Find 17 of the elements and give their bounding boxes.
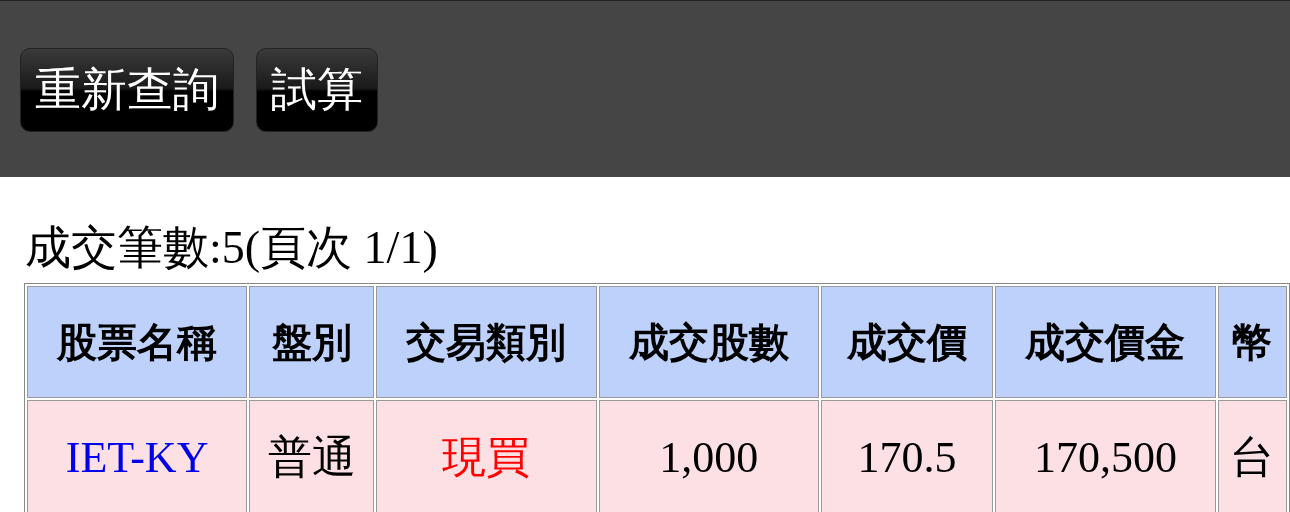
summary-text: 成交筆數:5(頁次 1/1) [24,221,439,275]
table-cell: 現買 [376,400,597,512]
table-cell: 普通 [249,400,375,512]
column-header: 股票名稱 [27,286,248,398]
toolbar-button[interactable]: 重新查詢 [20,48,234,132]
column-header: 幣 [1217,286,1287,398]
column-header: 交易類別 [376,286,597,398]
stock-link[interactable]: IET-KY [27,400,248,512]
column-header: 盤別 [249,286,375,398]
column-header: 成交股數 [598,286,819,398]
table-cell: 170,500 [995,400,1216,512]
table-cell: 1,000 [598,400,819,512]
column-header: 成交價金 [995,286,1216,398]
toolbar-button[interactable]: 試算 [256,48,378,132]
table-cell: 170.5 [820,400,994,512]
table-cell: 台 [1217,400,1287,512]
column-header: 成交價 [820,286,994,398]
